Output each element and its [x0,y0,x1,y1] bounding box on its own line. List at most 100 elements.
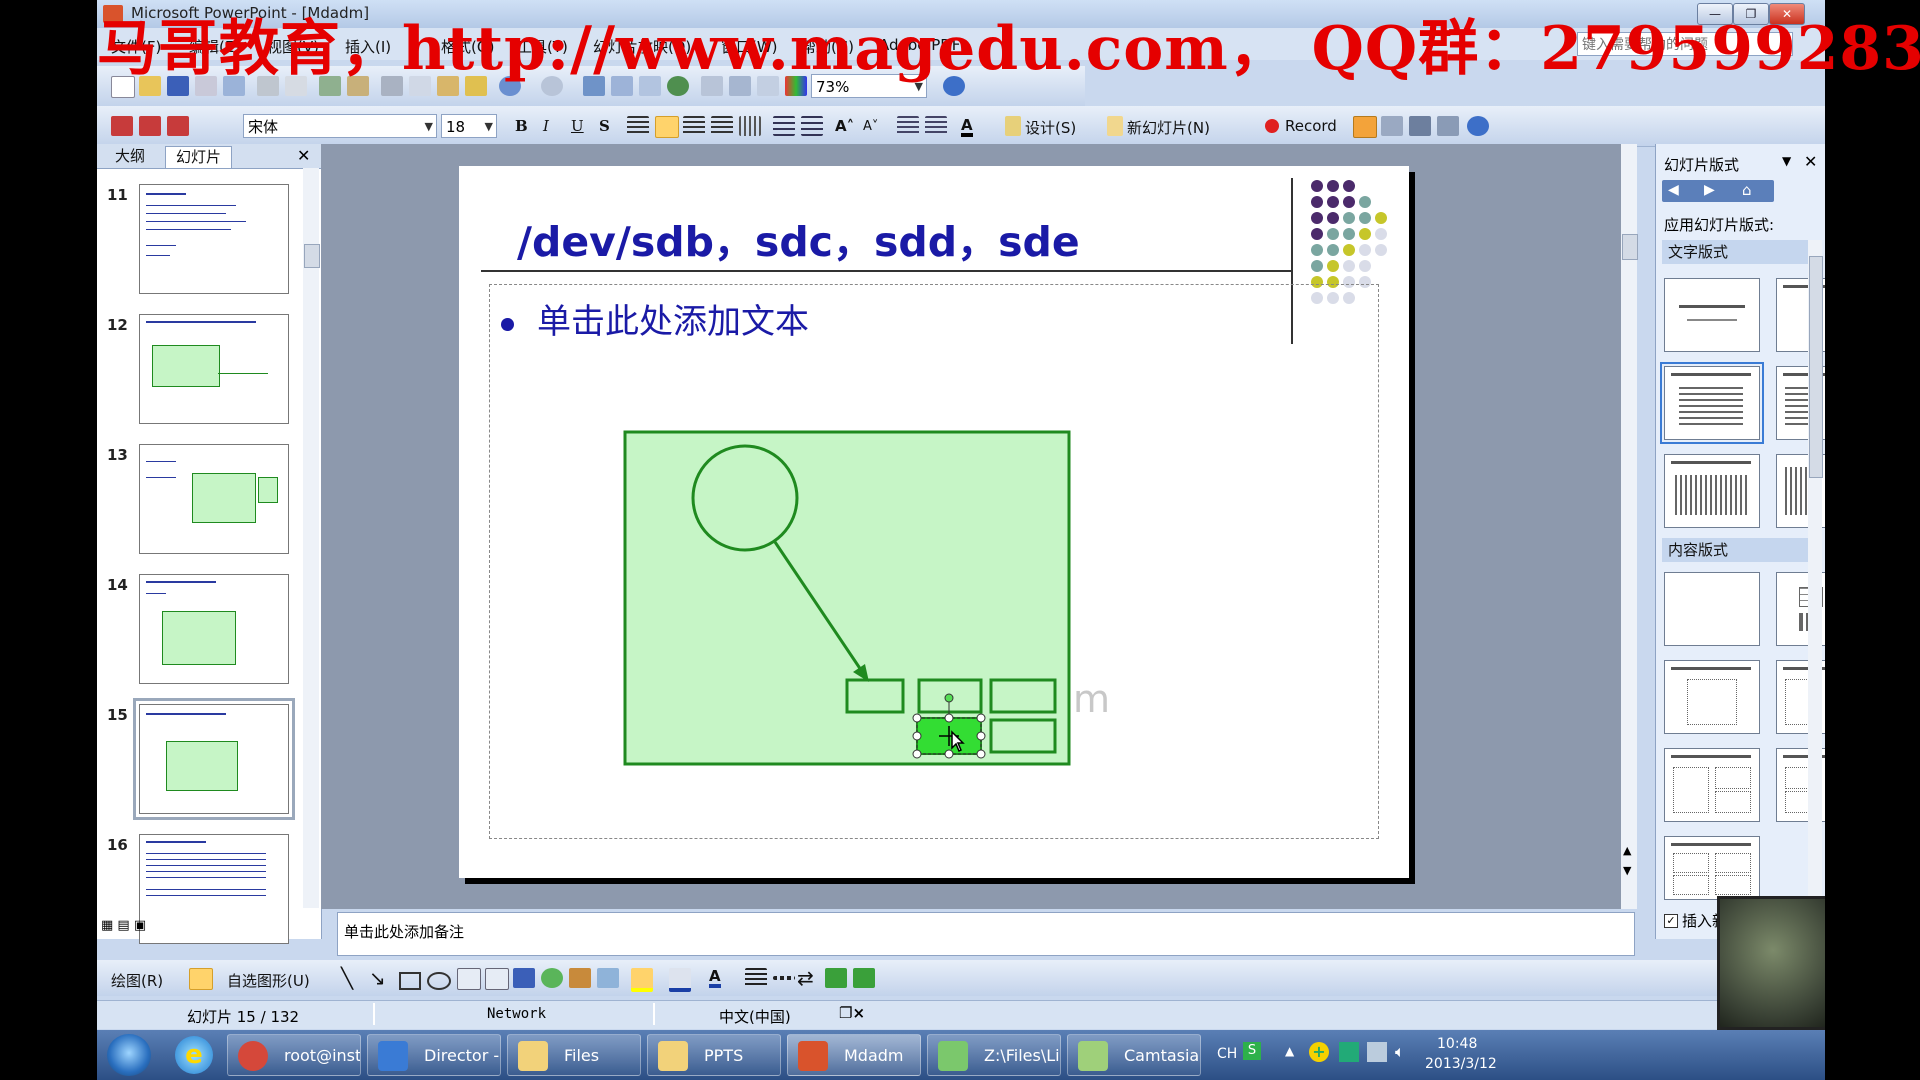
tab-outline[interactable]: 大纲 [105,146,155,167]
tray-network-icon[interactable] [1339,1042,1359,1062]
arrow-style-icon[interactable]: ⇄ [797,966,814,990]
diagram-icon[interactable] [541,968,563,988]
layout-blank[interactable] [1664,572,1760,646]
bold-button[interactable]: B [515,117,528,135]
design-icon[interactable] [1005,116,1021,136]
camtasia-settings-icon[interactable] [1381,116,1403,136]
camtasia-pen-icon[interactable] [1353,116,1377,138]
columns-icon[interactable] [739,116,761,136]
start-button[interactable] [107,1034,151,1076]
next-slide-icon[interactable]: ▼ [1623,864,1631,877]
slide-thumbnail-14[interactable] [139,574,289,684]
font-size-combo[interactable]: 18 ▼ [441,114,497,138]
language-indicator[interactable]: CH [1217,1046,1237,1062]
new-slide-icon[interactable] [1107,116,1123,136]
shadow-style-icon[interactable] [825,968,847,988]
line-color-icon[interactable] [669,968,691,992]
fill-color-icon[interactable] [631,968,653,992]
slide-canvas[interactable]: /dev/sdb，sdc，sdd，sde 单击此处添加文本 m [459,166,1409,878]
tray-expand-icon[interactable]: ▲ [1285,1044,1294,1058]
pane-close-icon[interactable]: ✕ [297,146,310,165]
clock-date[interactable]: 2013/3/12 [1425,1056,1497,1072]
task-pane-dropdown-icon[interactable]: ▼ [1782,154,1791,168]
line-icon[interactable]: ╲ [341,966,353,990]
ime-icon[interactable]: S [1243,1042,1261,1060]
bullets-icon[interactable] [801,116,823,136]
pdf-review-icon[interactable] [167,116,189,136]
slide-thumbnail-15[interactable] [133,698,295,820]
task-mdadm[interactable]: Mdadm [787,1034,921,1076]
shadow-button[interactable]: S [599,117,610,135]
task-files[interactable]: Files [507,1034,641,1076]
system-box[interactable] [623,430,1071,766]
line-style-icon[interactable] [745,968,767,988]
record-button[interactable]: Record [1285,117,1337,135]
design-button[interactable]: 设计(S) [1025,117,1076,138]
layout-vertical-text[interactable] [1664,454,1760,528]
task-director[interactable]: Director - ... [367,1034,501,1076]
dash-style-icon[interactable] [773,976,795,980]
tab-slides[interactable]: 幻灯片 [165,146,233,168]
autoshapes-button[interactable]: 自选图形(U) [227,970,310,991]
editor-scrollbar[interactable]: ▲ ▼ [1621,144,1638,909]
align-right-icon[interactable] [683,116,705,136]
layout-title-and-content[interactable] [1664,660,1760,734]
scroll-thumb[interactable] [304,244,320,268]
underline-button[interactable]: U [571,117,584,135]
slide-title[interactable]: /dev/sdb，sdc，sdd，sde [517,208,1080,268]
notes-pane[interactable]: 单击此处添加备注 [337,912,1635,956]
draw-menu-button[interactable]: 绘图(R) [111,970,163,991]
vertical-textbox-icon[interactable] [485,968,509,990]
pdf-convert-icon[interactable] [111,116,133,136]
font-color-draw-button[interactable]: A [709,968,721,988]
layout-title-and-text[interactable] [1660,362,1764,444]
prev-slide-icon[interactable]: ▲ [1623,844,1631,857]
scroll-thumb[interactable] [1809,256,1823,478]
numbering-icon[interactable] [773,116,795,136]
task-pane-scrollbar[interactable] [1808,240,1823,900]
task-pane-close-icon[interactable]: ✕ [1804,152,1817,171]
picture-icon[interactable] [597,968,619,988]
rotate-handle[interactable] [944,693,954,703]
back-icon[interactable]: ◀ [1668,182,1679,198]
layout-title-and-four-content[interactable] [1664,836,1760,900]
increase-font-button[interactable]: A˄ [835,117,854,135]
scroll-thumb[interactable] [1622,234,1638,260]
slide-thumbnail-13[interactable] [139,444,289,554]
3d-style-icon[interactable] [853,968,875,988]
camtasia-audio-icon[interactable] [1437,116,1459,136]
insert-new-slide-checkbox[interactable]: ✓ [1664,914,1678,928]
volume-icon[interactable]: 🔈︎ [1395,1042,1405,1062]
arrow-icon[interactable]: ↘ [369,966,386,990]
align-center-icon[interactable] [655,116,679,138]
home-icon[interactable]: ⌂ [1742,181,1752,199]
italic-button[interactable]: I [543,117,549,135]
wordart-icon[interactable] [513,968,535,988]
layout-title-content-and-two-content[interactable] [1664,748,1760,822]
ie-icon[interactable]: e [175,1036,213,1074]
font-color-button[interactable]: A [961,117,973,137]
rectangle-icon[interactable] [399,972,421,990]
decrease-indent-icon[interactable] [897,116,919,136]
layout-title-slide[interactable] [1664,278,1760,352]
font-combo[interactable]: 宋体 ▼ [243,114,437,138]
slide-thumbnail-12[interactable] [139,314,289,424]
clock-time[interactable]: 10:48 [1437,1036,1477,1052]
decrease-font-button[interactable]: A˅ [863,119,878,134]
align-left-icon[interactable] [627,116,649,136]
bullet-text[interactable]: 单击此处添加文本 [537,294,809,343]
increase-indent-icon[interactable] [925,116,947,136]
task-editor[interactable]: Z:\Files\Lin... [927,1034,1061,1076]
task-ppts[interactable]: PPTS [647,1034,781,1076]
camtasia-help-icon[interactable] [1467,116,1489,136]
tray-app-icon[interactable]: + [1309,1042,1329,1062]
task-camtasia[interactable]: Camtasia ... [1067,1034,1201,1076]
task-terminal[interactable]: root@inst... [227,1034,361,1076]
clipart-icon[interactable] [569,968,591,988]
distribute-icon[interactable] [711,116,733,136]
pdf-email-icon[interactable] [139,116,161,136]
camtasia-camera-icon[interactable] [1409,116,1431,136]
slides-pane-scrollbar[interactable] [303,168,320,908]
oval-icon[interactable] [427,972,451,990]
forward-icon[interactable]: ▶ [1704,182,1715,198]
